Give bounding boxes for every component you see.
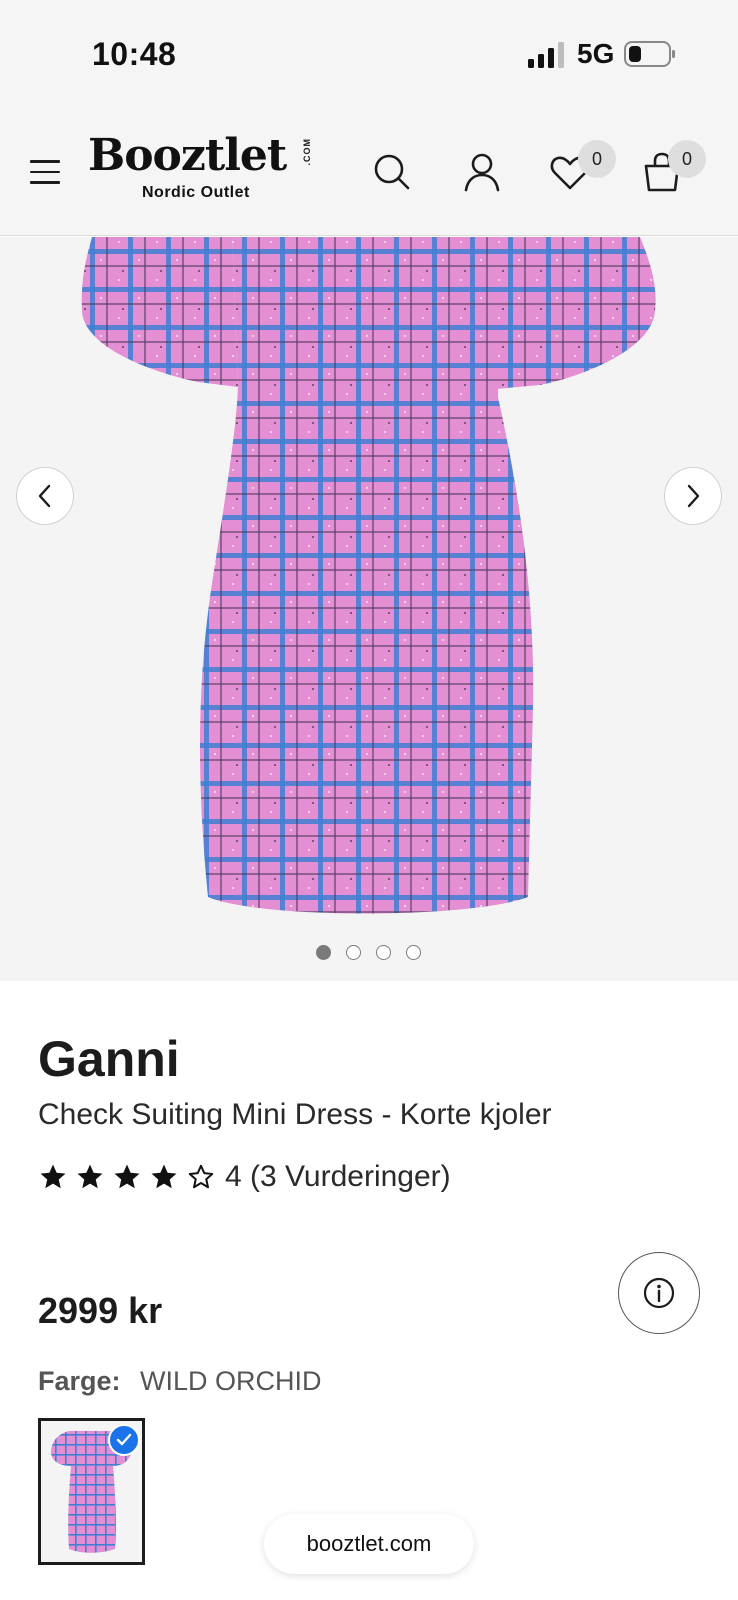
selected-check-icon	[108, 1424, 140, 1456]
star-filled-icon	[151, 1164, 177, 1189]
color-value: WILD ORCHID	[140, 1366, 322, 1396]
gallery-dot-4[interactable]	[406, 945, 421, 960]
status-time: 10:48	[92, 36, 177, 72]
account-icon[interactable]	[460, 150, 504, 194]
cart-count-badge: 0	[668, 140, 706, 178]
product-price: 2999 kr	[38, 1290, 163, 1331]
product-name: Check Suiting Mini Dress - Korte kjoler	[38, 1098, 552, 1131]
gallery-prev-button[interactable]	[16, 467, 74, 525]
info-button[interactable]	[618, 1252, 700, 1334]
wishlist-count-badge: 0	[578, 140, 616, 178]
browser-url-bar[interactable]: booztlet.com	[264, 1514, 474, 1574]
product-image-gallery[interactable]	[0, 237, 738, 981]
gallery-next-button[interactable]	[664, 467, 722, 525]
chevron-right-icon	[687, 484, 700, 508]
product-image	[81, 237, 656, 914]
site-header: Booztlet .COM Nordic Outlet 0 0	[0, 110, 738, 236]
network-label: 5G	[577, 38, 615, 69]
color-selection-label: Farge: WILD ORCHID	[38, 1366, 322, 1397]
star-filled-icon	[77, 1164, 103, 1189]
menu-icon[interactable]	[30, 160, 60, 184]
signal-icon	[528, 42, 564, 68]
logo-com: .COM	[302, 138, 312, 166]
gallery-pagination	[316, 945, 421, 960]
battery-icon	[624, 41, 675, 67]
star-filled-icon	[114, 1164, 140, 1189]
gallery-dot-2[interactable]	[346, 945, 361, 960]
search-icon[interactable]	[370, 150, 414, 194]
gallery-dot-3[interactable]	[376, 945, 391, 960]
gallery-dot-1[interactable]	[316, 945, 331, 960]
logo-subtitle: Nordic Outlet	[142, 184, 250, 201]
color-label: Farge:	[38, 1366, 121, 1396]
star-empty-icon	[188, 1164, 214, 1189]
info-icon	[643, 1277, 675, 1309]
chevron-left-icon	[38, 484, 51, 508]
star-filled-icon	[40, 1164, 66, 1189]
product-brand[interactable]: Ganni	[38, 1030, 180, 1088]
logo[interactable]: Booztlet .COM Nordic Outlet	[88, 132, 320, 212]
rating-summary: 4 (3 Vurderinger)	[225, 1160, 451, 1193]
logo-wordmark: Booztlet	[88, 130, 287, 181]
status-bar: 10:48 5G	[0, 0, 738, 110]
product-rating[interactable]: 4 (3 Vurderinger)	[38, 1160, 451, 1194]
